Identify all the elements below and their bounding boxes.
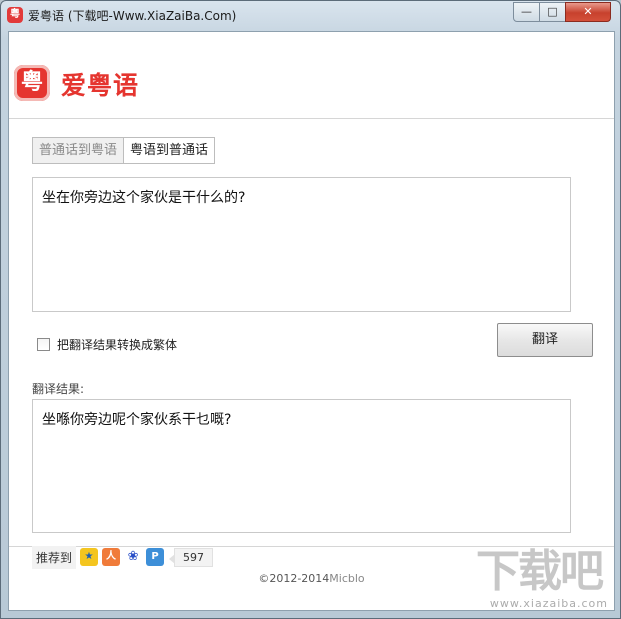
window-title: 爱粤语 (下载吧-Www.XiaZaiBa.Com) <box>28 9 237 23</box>
client-area: 粤 爱粤语 普通话到粤语 粤语到普通话 坐在你旁边这个家伙是干什么的? 把翻译结… <box>8 31 615 611</box>
traditional-checkbox-label[interactable]: 把翻译结果转换成繁体 <box>57 336 177 353</box>
logo-text: 爱粤语 <box>61 71 140 100</box>
app-window: 粤 爱粤语 (下载吧-Www.XiaZaiBa.Com) — □ ✕ 粤 爱粤语… <box>0 0 621 619</box>
copyright-years: ©2012-2014 <box>258 572 330 585</box>
renren-icon[interactable]: 人 <box>102 548 121 566</box>
logo-icon: 粤 <box>14 65 50 101</box>
share-label: 推荐到 <box>32 545 77 569</box>
share-bar: 推荐到 ★ 人 ❀ P 597 <box>32 545 214 569</box>
title-bar[interactable]: 粤 爱粤语 (下载吧-Www.XiaZaiBa.Com) — □ ✕ <box>1 1 620 29</box>
qzone-icon[interactable]: ★ <box>80 548 99 566</box>
logo-header: 粤 爱粤语 <box>9 32 614 118</box>
traditional-option[interactable]: 把翻译结果转换成繁体 <box>37 336 177 353</box>
result-label: 翻译结果: <box>32 382 85 396</box>
share-count: 597 <box>169 547 214 567</box>
direction-tabs: 普通话到粤语 粤语到普通话 <box>32 137 216 164</box>
tab-mandarin-to-cantonese[interactable]: 普通话到粤语 <box>32 137 125 164</box>
baidu-icon[interactable]: ❀ <box>124 548 143 566</box>
result-text-output[interactable]: 坐喺你旁边呢个家伙系干乜嘅? <box>32 399 571 533</box>
close-button[interactable]: ✕ <box>565 2 611 22</box>
maximize-button[interactable]: □ <box>539 2 566 22</box>
pengyou-icon[interactable]: P <box>146 548 165 566</box>
minimize-button[interactable]: — <box>513 2 540 22</box>
copyright: ©2012-2014Micblo <box>9 572 614 585</box>
tab-cantonese-to-mandarin[interactable]: 粤语到普通话 <box>124 137 216 164</box>
source-text-input[interactable]: 坐在你旁边这个家伙是干什么的? <box>32 177 571 312</box>
traditional-checkbox[interactable] <box>37 338 50 351</box>
app-icon: 粤 <box>7 7 23 23</box>
translate-button[interactable]: 翻译 <box>497 323 593 357</box>
header-divider <box>9 118 614 119</box>
copyright-brand[interactable]: Micblo <box>329 572 364 585</box>
